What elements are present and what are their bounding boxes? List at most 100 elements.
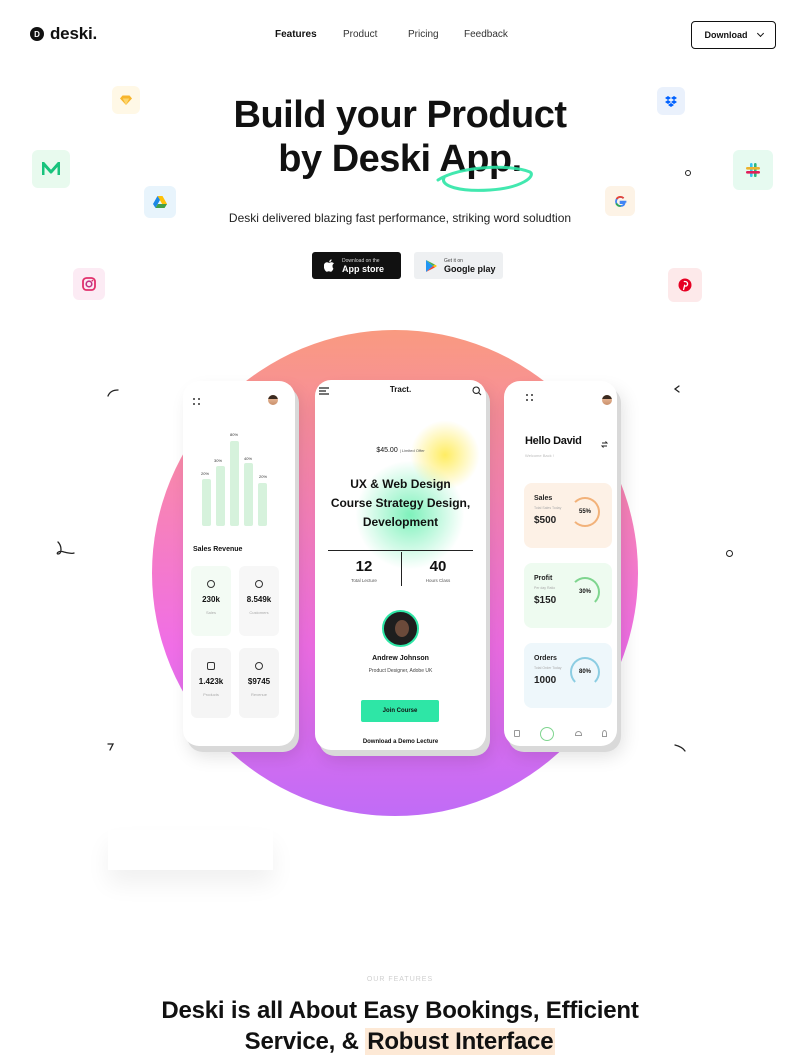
progress-ring: 80% [570,657,600,687]
course-title: UX & Web Design Course Strategy Design, … [315,475,486,532]
bar-label: 20% [259,474,268,479]
app-store-big: App store [342,263,385,274]
bar-label: 30% [214,458,223,463]
card-title: Orders [534,655,557,662]
hero-title-line1: Build your Product [233,94,568,136]
scribble-doodle-icon [107,743,115,751]
google-play-button[interactable]: Get it on Google play [414,252,503,279]
card-value: 1000 [534,675,557,686]
download-demo-link[interactable]: Download a Demo Lecture [315,739,486,745]
features-title-part2: Service, & [244,1028,366,1055]
lectures-value: 12 [355,558,373,575]
stat-label: Customers [249,610,269,615]
nav-links: Features Product Pricing Feedback [275,29,524,40]
stat-value: 8.549k [246,595,272,604]
circle-doodle-icon [726,550,733,557]
instagram-icon [73,268,105,300]
home-icon[interactable] [514,730,521,737]
nav-item-product[interactable]: Product [343,29,408,40]
bar-label: 40% [244,456,253,461]
price-row: $45.00 | Limited Offer [315,447,486,454]
avatar[interactable] [601,394,613,406]
app-store-button[interactable]: Download on the App store [312,252,401,279]
progress-ring: 30% [570,577,600,607]
shadow-card [108,830,273,870]
chart-icon[interactable] [574,731,582,736]
lectures-stat: 12 Total Lecture [328,558,400,583]
avatar[interactable] [267,394,279,406]
limited-offer: | Limited Offer [399,448,425,453]
swap-icon[interactable] [601,441,608,448]
chevron-down-icon [756,29,764,38]
card-value: $150 [534,595,557,606]
logo-mark: D [30,27,44,41]
stat-label: Products [203,692,219,697]
profit-card[interactable]: Profit Per day Ratio $150 30% [524,563,612,628]
download-button-label: Download [704,30,748,40]
scribble-doodle-icon [107,389,119,397]
greeting: Hello David [525,435,582,447]
stat-card-customers: 8.549k Customers [239,566,279,636]
progress-ring: 55% [570,497,600,527]
welcome-text: Welcome Back ! [525,453,554,458]
nav-item-features[interactable]: Features [275,29,343,40]
features-title-line2: Service, & Robust Interface [0,1026,800,1055]
features-eyebrow: OUR FEATURES [366,976,434,983]
bar [244,463,253,526]
revenue-icon [255,662,263,670]
stat-card-sales: 230k Sales [191,566,231,636]
stat-value: 1.423k [198,677,224,686]
bar [216,466,225,526]
google-play-big: Google play [444,263,496,274]
scribble-doodle-icon [673,385,680,393]
nav-item-pricing[interactable]: Pricing [408,29,464,40]
sales-revenue-title: Sales Revenue [193,546,243,553]
hours-stat: 40 Hours Class [402,558,474,583]
card-subtitle: Total Order Today [534,666,562,670]
course-title-line: UX & Web Design [350,477,451,491]
stat-label: Sales [205,610,216,615]
stat-value: $9745 [247,677,271,686]
course-title-line: Course Strategy Design, [330,496,471,510]
features-title-highlight: Robust Interface [365,1028,556,1055]
sales-card[interactable]: Sales Total Sales Today $500 55% [524,483,612,548]
phone-mockup-dashboard: Hello David Welcome Back ! Sales Total S… [504,381,617,746]
google-play-small: Get it on [444,257,463,264]
nav-item-feedback[interactable]: Feedback [464,29,524,40]
divider [328,550,473,551]
app-store-text: Download on the App store [342,258,384,274]
stat-card-revenue: $9745 Revenue [239,648,279,718]
features-title-line1: Deski is all About Easy Bookings, Effici… [161,997,639,1024]
instructor-role: Product Designer, Adobe UK [368,668,433,674]
active-tab-icon[interactable] [540,726,555,741]
hero-subtitle: Deski delivered blazing fast performance… [228,211,572,225]
lectures-label: Total Lecture [351,578,377,583]
app-brand: Tract. [389,385,412,394]
instructor-name: Andrew Johnson [372,655,429,662]
bar-label: 20% [201,471,210,476]
bar [258,483,267,526]
scribble-doodle-icon [56,541,75,555]
orders-card[interactable]: Orders Total Order Today 1000 80% [524,643,612,708]
features-title: Deski is all About Easy Bookings, Effici… [0,995,800,1055]
stat-value: 230k [202,595,220,604]
card-value: $500 [534,515,557,526]
scribble-doodle-icon [674,744,686,752]
user-icon [255,580,263,588]
profile-icon[interactable] [601,730,607,737]
menu-dots-icon [526,394,534,402]
search-icon[interactable] [472,386,482,396]
bar-label: 80% [230,432,239,437]
instructor-avatar [382,610,419,647]
card-title: Sales [534,495,553,502]
hero-title: Build your Product by Deski App. [0,93,800,181]
brand-logo[interactable]: D deski. [30,24,97,44]
menu-dots-icon [193,398,201,406]
swoosh-underline-icon [436,165,533,192]
bottom-tab-bar [504,721,617,746]
download-button[interactable]: Download [691,21,776,49]
hours-label: Hours Class [425,578,451,583]
join-course-button[interactable]: Join Course [361,700,439,722]
card-subtitle: Total Sales Today [534,506,562,510]
google-play-icon [426,259,437,272]
